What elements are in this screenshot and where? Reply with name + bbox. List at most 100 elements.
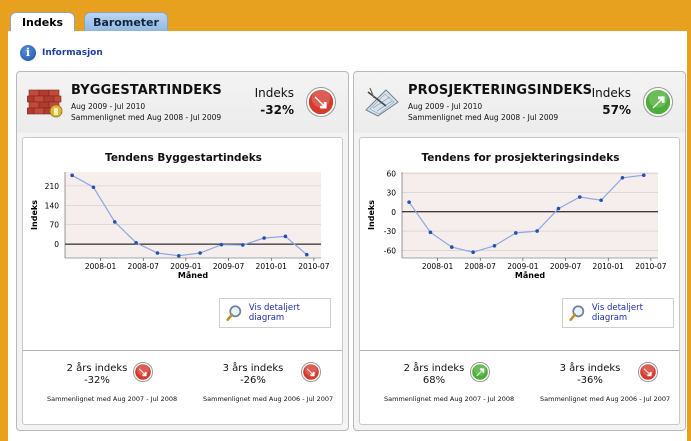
x-tick-label: 2010-01: [256, 262, 288, 271]
tab-content: i Informasjon BYGGESTARTINDEKS Aug 2009 …: [8, 31, 687, 441]
chart-title: Tendens Byggestartindeks: [105, 152, 262, 164]
line-chart: -60 -30 0 30 60 2008-01 2008-07 2009-01 2009-07 2…: [367, 169, 667, 280]
data-point: [304, 252, 309, 257]
x-axis-label: Måned: [515, 270, 545, 280]
data-point: [262, 236, 266, 240]
data-point: [219, 242, 224, 247]
y-axis-label: Indeks: [367, 200, 376, 230]
x-tick-label: 2009-07: [550, 262, 582, 271]
y-tick-label: -60: [384, 246, 396, 255]
stat-3-year: 3 års indeks -36% Sammenlignet med Aug 2…: [540, 362, 670, 403]
panel-prosjekteringsindeks: PROSJEKTERINGSINDEKS Aug 2009 - Jul 2010…: [353, 71, 686, 431]
data-point: [70, 173, 74, 178]
stat-label: 2 års indeks: [403, 363, 465, 374]
x-tick-label: 2010-01: [593, 262, 625, 271]
tab-barometer[interactable]: Barometer: [84, 12, 168, 32]
panel-period: Aug 2009 - Jul 2010: [71, 102, 146, 111]
y-tick-label: -30: [384, 227, 396, 236]
x-tick-label: 2009-01: [170, 262, 202, 271]
stat-value: -36%: [577, 375, 603, 386]
index-value: 57%: [602, 103, 631, 117]
stat-value: -26%: [240, 375, 266, 386]
divider: [23, 350, 342, 351]
info-link-row[interactable]: i Informasjon: [20, 45, 103, 61]
data-point: [240, 243, 245, 247]
stat-label: 3 års indeks: [222, 363, 284, 374]
stat-label: 2 års indeks: [66, 363, 128, 374]
blueprint-icon: [365, 87, 399, 117]
stat-2-year: 2 års indeks -32% Sammenlignet med Aug 2…: [47, 362, 178, 403]
data-point: [112, 220, 117, 224]
stat-compare: Sammenlignet med Aug 2007 - Jul 2008: [384, 395, 515, 403]
index-label: Indeks: [591, 86, 631, 100]
index-value: -32%: [260, 103, 294, 117]
data-point: [428, 230, 433, 235]
tab-indeks[interactable]: Indeks: [10, 12, 75, 32]
y-axis-label: Indeks: [30, 200, 39, 230]
line-chart: 0 70 140 210 2008-01 2008-07 2009-01 2009-07 201…: [30, 172, 330, 280]
detail-diagram-label[interactable]: Vis detaljert diagram: [592, 303, 667, 323]
stat-label: 3 års indeks: [559, 363, 621, 374]
info-link[interactable]: Informasjon: [42, 48, 103, 58]
detail-diagram-button[interactable]: Vis detaljert diagram: [562, 298, 674, 328]
y-tick-label: 210: [45, 182, 60, 191]
x-tick-label: 2009-01: [507, 262, 539, 271]
panel-byggestartindeks: BYGGESTARTINDEKS Aug 2009 - Jul 2010 Sam…: [16, 71, 349, 431]
x-tick-label: 2010-07: [298, 262, 330, 271]
data-point: [492, 244, 497, 248]
panel-title: PROSJEKTERINGSINDEKS: [408, 83, 593, 98]
chart-card: Tendens Byggestartindeks 0 70 140 210 2008-0…: [22, 137, 343, 425]
info-icon[interactable]: i: [20, 45, 36, 61]
data-point: [91, 185, 96, 190]
data-point: [407, 200, 411, 204]
arrow-down-icon: [133, 362, 153, 382]
data-point: [176, 253, 181, 258]
y-tick-label: 70: [49, 221, 59, 230]
y-tick-label: 0: [54, 240, 59, 249]
x-tick-label: 2008-07: [128, 262, 160, 271]
index-label: Indeks: [254, 86, 294, 100]
panel-compare: Sammenlignet med Aug 2008 - Jul 2009: [408, 113, 559, 122]
data-point: [449, 245, 454, 249]
x-tick-label: 2008-01: [85, 262, 117, 271]
panel-period: Aug 2009 - Jul 2010: [408, 102, 483, 111]
detail-diagram-label[interactable]: Vis detaljert diagram: [249, 303, 324, 323]
y-tick-label: 0: [391, 208, 396, 217]
data-point: [535, 229, 539, 233]
chart-title: Tendens for prosjekteringsindeks: [421, 152, 620, 164]
stat-2-year: 2 års indeks 68% Sammenlignet med Aug 20…: [384, 362, 515, 403]
chart-card: Tendens for prosjekteringsindeks -60 -30 0…: [359, 137, 680, 425]
data-point: [198, 251, 202, 255]
stat-value: 68%: [422, 375, 446, 386]
stat-value: -32%: [84, 375, 110, 386]
arrow-up-icon: [470, 362, 490, 382]
x-tick-label: 2008-07: [465, 262, 497, 271]
y-tick-label: 60: [386, 169, 396, 178]
y-tick-label: 30: [386, 189, 396, 198]
panel-compare: Sammenlignet med Aug 2008 - Jul 2009: [71, 113, 222, 122]
stat-compare: Sammenlignet med Aug 2006 - Jul 2007: [203, 395, 334, 403]
divider: [360, 350, 679, 351]
stat-compare: Sammenlignet med Aug 2007 - Jul 2008: [47, 395, 178, 403]
magnifier-icon: [569, 305, 585, 322]
magnifier-icon: [226, 305, 242, 322]
data-point: [471, 250, 475, 255]
data-point: [155, 251, 160, 255]
data-point: [134, 240, 138, 245]
x-tick-label: 2010-07: [635, 262, 667, 271]
data-point: [641, 173, 646, 178]
detail-diagram-button[interactable]: Vis detaljert diagram: [219, 298, 331, 328]
x-axis-label: Måned: [178, 270, 208, 280]
data-point: [577, 195, 582, 199]
data-point: [513, 231, 518, 235]
x-tick-label: 2009-07: [213, 262, 245, 271]
data-point: [283, 234, 288, 239]
panel-title: BYGGESTARTINDEKS: [71, 83, 222, 98]
arrow-down-icon: [301, 362, 321, 382]
brick-wall-icon: [27, 89, 63, 118]
arrow-down-icon: [306, 87, 336, 117]
x-tick-label: 2008-01: [422, 262, 454, 271]
arrow-down-icon: [638, 362, 658, 382]
y-tick-label: 140: [45, 201, 60, 210]
stat-3-year: 3 års indeks -26% Sammenlignet med Aug 2…: [203, 362, 334, 403]
